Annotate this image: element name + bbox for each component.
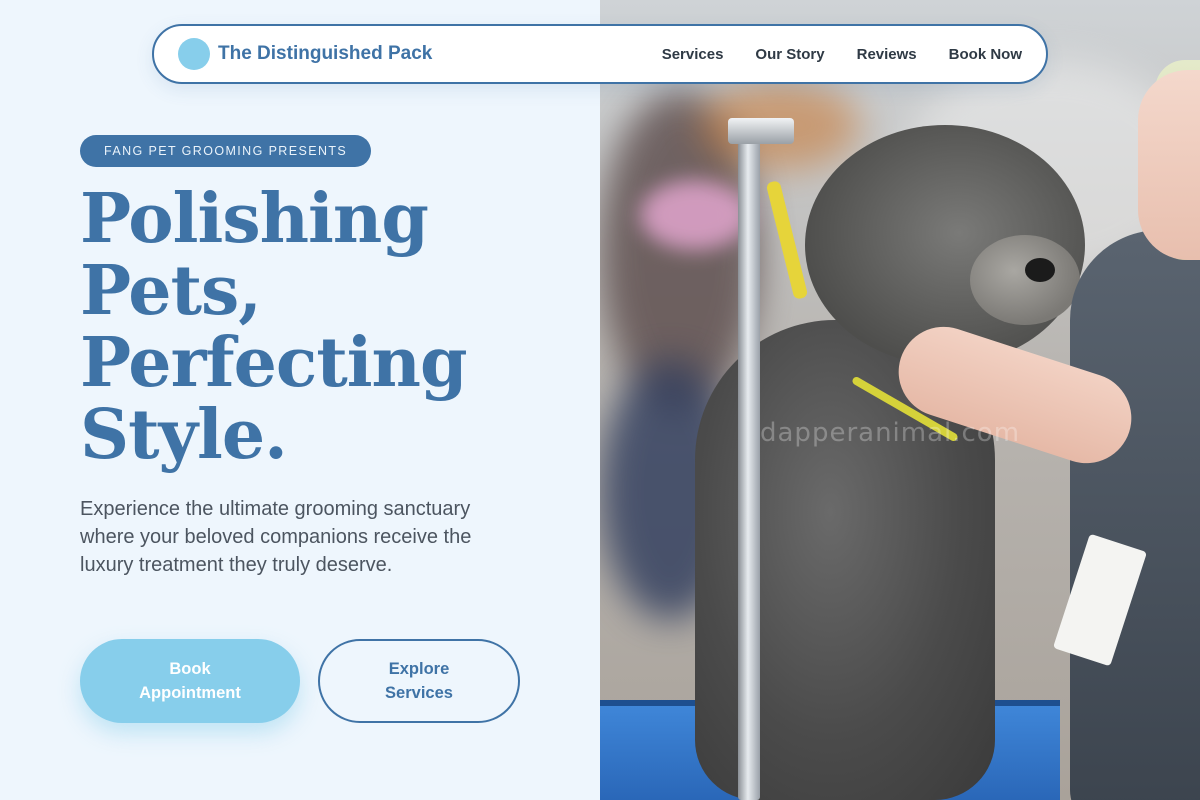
hero-subtext: Experience the ultimate grooming sanctua… (80, 498, 472, 576)
nav-link-services[interactable]: Services (662, 46, 724, 63)
headline-line: Pets, (80, 251, 262, 331)
poodle-snout (970, 235, 1080, 325)
top-navbar: The Distinguished Pack Services Our Stor… (152, 24, 1048, 84)
hero-headline: Polishing Pets, Perfecting Style. (80, 183, 560, 471)
groomer-body (1070, 230, 1200, 800)
headline-line: Perfecting (80, 323, 468, 403)
grooming-arm-pole (738, 128, 760, 800)
nav-link-reviews[interactable]: Reviews (857, 46, 917, 63)
photo-watermark: dapperanimal.com (760, 418, 1021, 448)
headline-line: Polishing (80, 179, 429, 259)
photo-bg-blur (640, 180, 750, 250)
presenter-badge: FANG PET GROOMING PRESENTS (80, 135, 372, 167)
brand-name: The Distinguished Pack (218, 43, 433, 64)
poodle-nose (1025, 258, 1055, 282)
hero-photo: dapperanimal.com (600, 0, 1200, 800)
grooming-leash (765, 180, 809, 300)
brand-logo-icon (178, 38, 210, 70)
explore-services-button[interactable]: Explore Services (318, 639, 520, 723)
brand[interactable]: The Distinguished Pack (178, 38, 432, 70)
groomer-face (1138, 70, 1200, 260)
book-appointment-button[interactable]: Book Appointment (80, 639, 300, 723)
grooming-arm-clamp (728, 118, 794, 144)
nav-links: Services Our Story Reviews Book Now (662, 46, 1022, 63)
headline-line: Style. (80, 395, 288, 475)
nav-link-our-story[interactable]: Our Story (755, 46, 824, 63)
nav-link-book-now[interactable]: Book Now (949, 46, 1022, 63)
